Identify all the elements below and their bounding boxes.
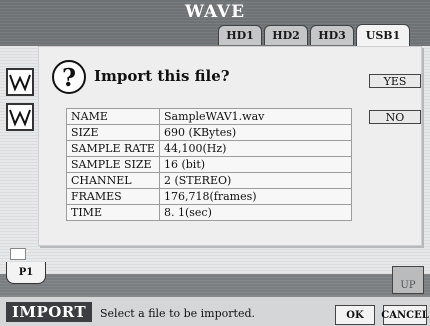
tab-hd3[interactable]: HD3: [310, 25, 354, 45]
cancel-button[interactable]: CANCEL: [381, 305, 429, 325]
question-icon: ?: [52, 60, 86, 94]
info-value: 2 (STEREO): [158, 172, 352, 189]
table-row: SAMPLE RATE 44,100(Hz): [66, 140, 352, 157]
file-info-table: NAME SampleWAV1.wav SIZE 690 (KBytes) SAMP…: [66, 108, 352, 221]
info-key: FRAMES: [66, 188, 160, 205]
wave-file-icon[interactable]: [6, 68, 34, 96]
info-value: 690 (KBytes): [158, 124, 352, 141]
info-key: CHANNEL: [66, 172, 160, 189]
table-row: SAMPLE SIZE 16 (bit): [66, 156, 352, 173]
table-row: SIZE 690 (KBytes): [66, 124, 352, 141]
info-value: 176,718(frames): [158, 188, 352, 205]
ok-button[interactable]: OK: [335, 305, 375, 325]
info-key: TIME: [66, 204, 160, 221]
screen: WAVE HD1 HD2 HD3 USB1 ? Import this file…: [0, 0, 430, 326]
folder-tab-marker: [10, 248, 26, 260]
wave-file-icon[interactable]: [6, 103, 34, 131]
info-value: SampleWAV1.wav: [158, 108, 352, 125]
status-text: Select a file to be imported.: [100, 307, 255, 320]
tab-hd2[interactable]: HD2: [264, 25, 308, 45]
info-key: NAME: [66, 108, 160, 125]
import-dialog: ? Import this file? YES NO NAME SampleWAV…: [38, 46, 422, 246]
info-value: 44,100(Hz): [158, 140, 352, 157]
info-key: SAMPLE SIZE: [66, 156, 160, 173]
tab-usb1[interactable]: USB1: [356, 24, 410, 46]
page-tab-p1[interactable]: P1: [6, 262, 46, 284]
info-key: SAMPLE RATE: [66, 140, 160, 157]
mode-label: IMPORT: [6, 302, 92, 322]
page-tab-band: [0, 274, 430, 296]
yes-button[interactable]: YES: [369, 74, 421, 88]
up-button[interactable]: UP: [392, 266, 424, 294]
dialog-question: Import this file?: [94, 67, 230, 85]
table-row: TIME 8. 1(sec): [66, 204, 352, 221]
no-button[interactable]: NO: [369, 110, 421, 124]
info-key: SIZE: [66, 124, 160, 141]
window-title: WAVE: [184, 2, 246, 22]
table-row: CHANNEL 2 (STEREO): [66, 172, 352, 189]
table-row: NAME SampleWAV1.wav: [66, 108, 352, 125]
table-row: FRAMES 176,718(frames): [66, 188, 352, 205]
info-value: 8. 1(sec): [158, 204, 352, 221]
tab-hd1[interactable]: HD1: [218, 25, 262, 45]
info-value: 16 (bit): [158, 156, 352, 173]
